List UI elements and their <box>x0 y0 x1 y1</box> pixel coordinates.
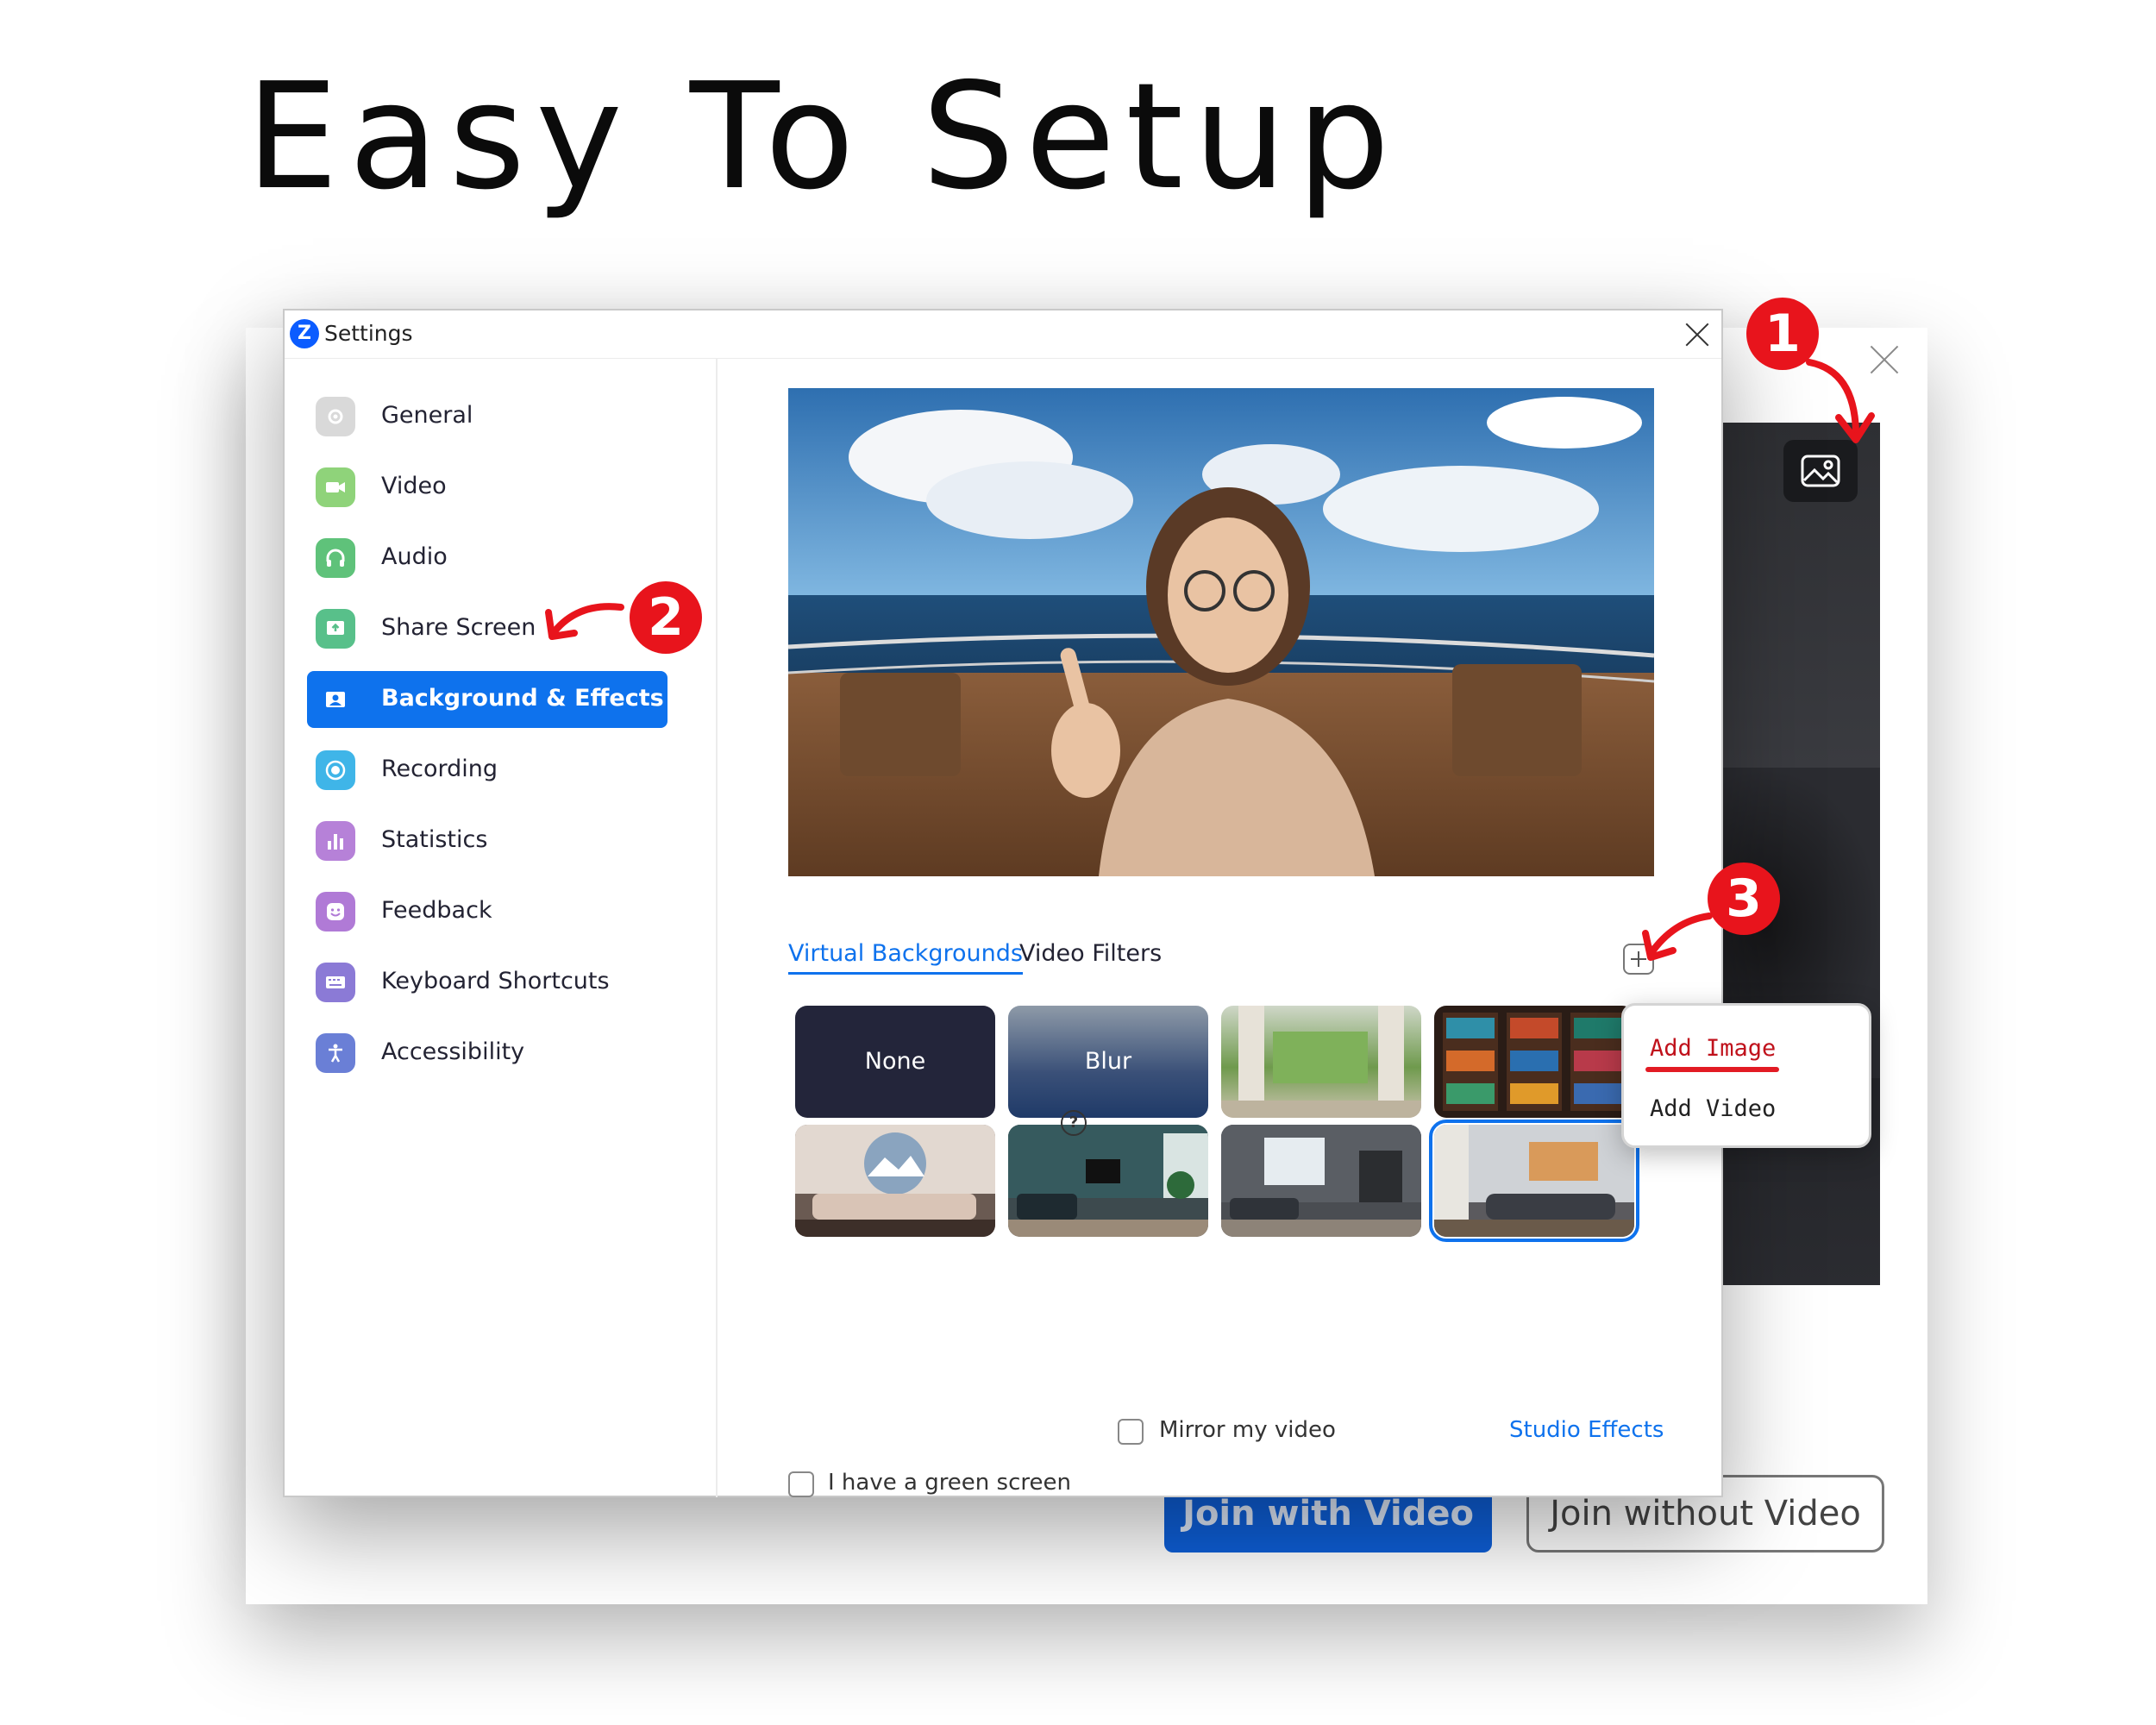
headphones-icon <box>316 538 355 578</box>
accessibility-icon <box>316 1033 355 1073</box>
sidebar-item-label: Share Screen <box>381 614 536 641</box>
tab-video-filters[interactable]: Video Filters <box>1019 940 1162 967</box>
thumbnail-modern-living-room[interactable] <box>1429 1120 1639 1242</box>
thumbnail-label: Blur <box>1084 1048 1132 1075</box>
sidebar-item-label: Keyboard Shortcuts <box>381 968 610 994</box>
thumbnail-label: None <box>864 1048 926 1075</box>
add-background-menu: Add Image Add Video <box>1621 1003 1871 1148</box>
sidebar-item-label: Feedback <box>381 897 492 924</box>
sidebar-item-accessibility[interactable]: Accessibility <box>307 1025 667 1082</box>
sidebar-item-label: Background & Effects <box>381 685 664 712</box>
canvas: Easy To Setup Join with Video Join witho… <box>0 0 2156 1725</box>
settings-dialog: Z Settings General Video Audio Share Scr… <box>283 309 1723 1497</box>
step-badge-2: 2 <box>630 581 702 654</box>
camera-icon <box>316 467 355 507</box>
thumbnail-bright-living-room[interactable] <box>1221 1125 1421 1237</box>
green-screen-label: I have a green screen <box>828 1470 1071 1496</box>
gear-icon <box>316 397 355 436</box>
background-preview-image <box>788 388 1654 876</box>
dialog-title: Settings <box>324 321 413 346</box>
title-bar: Z Settings <box>285 310 1721 359</box>
sidebar-item-general[interactable]: General <box>307 388 667 445</box>
highlight-underline <box>1645 1067 1779 1072</box>
help-icon[interactable]: ? <box>1061 1110 1087 1136</box>
close-icon[interactable] <box>1682 319 1713 350</box>
thumbnail-bookshelf[interactable] <box>1434 1006 1634 1118</box>
image-icon <box>1801 455 1840 487</box>
add-video-option[interactable]: Add Video <box>1650 1095 1776 1122</box>
thumbnail-blur[interactable]: Blur <box>1008 1006 1208 1118</box>
sidebar-item-label: Recording <box>381 756 498 782</box>
sidebar-item-label: Video <box>381 473 447 499</box>
bar-chart-icon <box>316 821 355 861</box>
page-title: Easy To Setup <box>246 52 1401 223</box>
arrow-icon <box>1806 359 1875 443</box>
background-effects-button[interactable] <box>1783 440 1858 502</box>
zoom-logo-icon: Z <box>290 319 319 348</box>
settings-sidebar: General Video Audio Share Screen Backgro… <box>285 359 718 1497</box>
keyboard-icon <box>316 963 355 1002</box>
smiley-icon <box>316 892 355 932</box>
person-card-icon <box>316 680 355 719</box>
green-screen-checkbox[interactable] <box>788 1471 814 1497</box>
sidebar-item-label: Statistics <box>381 826 488 853</box>
sidebar-item-feedback[interactable]: Feedback <box>307 883 667 940</box>
share-screen-icon <box>316 609 355 649</box>
sidebar-item-recording[interactable]: Recording <box>307 742 667 799</box>
sidebar-item-label: Accessibility <box>381 1038 525 1065</box>
arrow-icon <box>545 603 624 640</box>
mirror-video-checkbox[interactable] <box>1118 1419 1144 1445</box>
sidebar-item-background-effects[interactable]: Background & Effects <box>307 671 667 728</box>
sidebar-item-audio[interactable]: Audio <box>307 530 667 586</box>
camera-preview <box>1716 423 1880 1285</box>
sidebar-item-label: Audio <box>381 543 448 570</box>
studio-effects-link[interactable]: Studio Effects <box>1509 1417 1664 1443</box>
thumbnail-none[interactable]: None <box>795 1006 995 1118</box>
arrow-icon <box>1642 913 1713 961</box>
step-badge-3: 3 <box>1708 862 1780 935</box>
sidebar-item-statistics[interactable]: Statistics <box>307 812 667 869</box>
record-icon <box>316 750 355 790</box>
settings-content: Virtual Backgrounds Video Filters None B… <box>719 359 1723 1497</box>
thumbnail-round-window-room[interactable] <box>795 1125 995 1237</box>
mirror-video-label: Mirror my video <box>1159 1417 1336 1443</box>
thumbnail-garden-door[interactable] <box>1221 1006 1421 1118</box>
sidebar-item-keyboard-shortcuts[interactable]: Keyboard Shortcuts <box>307 954 667 1011</box>
sidebar-item-label: General <box>381 402 473 429</box>
tab-virtual-backgrounds[interactable]: Virtual Backgrounds <box>788 940 1023 975</box>
background-tabs: Virtual Backgrounds Video Filters <box>788 935 1654 978</box>
add-image-option[interactable]: Add Image <box>1650 1035 1776 1062</box>
thumbnail-teal-living-room[interactable] <box>1008 1125 1208 1237</box>
sidebar-item-video[interactable]: Video <box>307 459 667 516</box>
